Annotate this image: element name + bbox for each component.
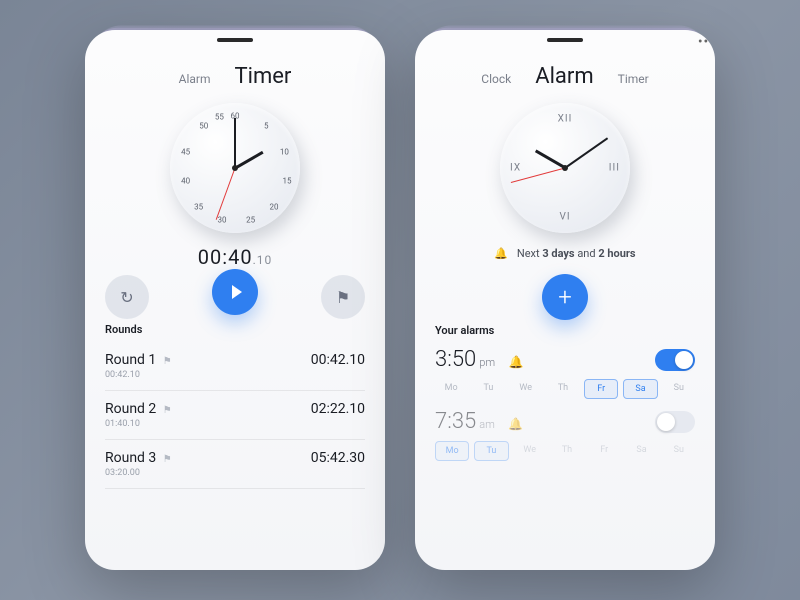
- reset-icon: ↻: [120, 288, 133, 307]
- day-su[interactable]: Su: [663, 379, 695, 399]
- dial-15: 15: [283, 177, 292, 186]
- dial-25: 25: [246, 216, 255, 225]
- alarm-screen: ••• Clock Alarm Timer XII III VI IX 🔔 Ne…: [415, 30, 715, 570]
- flag-icon: ⚑: [160, 356, 171, 367]
- timer-readout: 00:40.10: [105, 245, 365, 269]
- roman-6: VI: [559, 212, 570, 223]
- day-fr[interactable]: Fr: [584, 379, 618, 399]
- day-mo[interactable]: Mo: [435, 379, 467, 399]
- timer-dial: 60 5 10 15 20 25 30 35 40 45 50 55: [170, 103, 300, 233]
- notch: [217, 38, 253, 42]
- day-tu[interactable]: Tu: [472, 379, 504, 399]
- alarm-item[interactable]: 3:50pm 🔔 Mo Tu We Th Fr Sa Su: [435, 347, 695, 399]
- tab-timer[interactable]: Timer: [618, 72, 649, 86]
- reset-button[interactable]: ↻: [105, 275, 149, 319]
- alarms-heading: Your alarms: [435, 324, 695, 337]
- timer-screen: Alarm Timer 60 5 10 15 20 25 30 35 40 45…: [85, 30, 385, 570]
- dial-40: 40: [181, 177, 190, 186]
- round-row[interactable]: Round 2 ⚑ 01:40.10 02:22.10: [105, 391, 365, 440]
- tab-alarm[interactable]: Alarm: [179, 72, 211, 86]
- alarm-toggle[interactable]: [655, 411, 695, 433]
- day-we[interactable]: We: [514, 441, 546, 461]
- day-fr[interactable]: Fr: [588, 441, 620, 461]
- minute-hand: [564, 137, 608, 168]
- dial-35: 35: [194, 203, 203, 212]
- day-tu[interactable]: Tu: [474, 441, 508, 461]
- play-icon: [232, 285, 242, 299]
- center-pin: [562, 165, 568, 171]
- bell-icon: 🔔: [508, 355, 523, 369]
- day-su[interactable]: Su: [663, 441, 695, 461]
- add-alarm-button[interactable]: +: [542, 274, 588, 320]
- day-th[interactable]: Th: [547, 379, 579, 399]
- flag-icon: ⚑: [160, 405, 171, 416]
- dial-55: 55: [215, 113, 224, 122]
- dial-5: 5: [264, 122, 269, 131]
- tab-clock[interactable]: Clock: [481, 72, 511, 86]
- dial-10: 10: [280, 148, 289, 157]
- flag-icon: ⚑: [160, 454, 171, 465]
- play-button[interactable]: [212, 269, 258, 315]
- minute-hand: [234, 118, 236, 168]
- day-we[interactable]: We: [510, 379, 542, 399]
- day-picker: Mo Tu We Th Fr Sa Su: [435, 379, 695, 399]
- rounds-heading: Rounds: [105, 323, 365, 336]
- next-alarm-text: 🔔 Next 3 days and 2 hours: [435, 247, 695, 260]
- tab-alarm[interactable]: Alarm: [535, 64, 593, 89]
- hour-hand: [234, 151, 263, 169]
- dial-30: 30: [218, 216, 227, 225]
- analog-clock: XII III VI IX: [500, 103, 630, 233]
- rounds-list: Round 1 ⚑ 00:42.10 00:42.10 Round 2 ⚑ 01…: [105, 342, 365, 554]
- day-picker: Mo Tu We Th Fr Sa Su: [435, 441, 695, 461]
- bell-icon: 🔔: [508, 417, 523, 431]
- bell-icon: 🔔: [494, 247, 508, 260]
- plus-icon: +: [558, 283, 572, 311]
- dial-50: 50: [199, 122, 208, 131]
- second-hand: [216, 168, 236, 220]
- day-sa[interactable]: Sa: [623, 379, 657, 399]
- day-th[interactable]: Th: [551, 441, 583, 461]
- lap-icon: ⚑: [336, 288, 350, 307]
- hour-hand: [535, 150, 566, 169]
- alarm-time: 7:35am 🔔: [435, 409, 523, 434]
- alarm-time: 3:50pm 🔔: [435, 347, 523, 372]
- day-mo[interactable]: Mo: [435, 441, 469, 461]
- center-pin: [232, 165, 238, 171]
- roman-3: III: [609, 163, 620, 174]
- roman-9: IX: [510, 163, 521, 174]
- alarm-toggle[interactable]: [655, 349, 695, 371]
- tab-timer[interactable]: Timer: [234, 64, 291, 89]
- dial-45: 45: [181, 148, 190, 157]
- roman-12: XII: [558, 113, 573, 124]
- round-row[interactable]: Round 1 ⚑ 00:42.10 00:42.10: [105, 342, 365, 391]
- round-row[interactable]: Round 3 ⚑ 03:20.00 05:42.30: [105, 440, 365, 489]
- alarm-item[interactable]: 7:35am 🔔 Mo Tu We Th Fr Sa Su: [435, 409, 695, 461]
- day-sa[interactable]: Sa: [625, 441, 657, 461]
- dial-20: 20: [270, 203, 279, 212]
- lap-button[interactable]: ⚑: [321, 275, 365, 319]
- more-icon[interactable]: •••: [698, 34, 715, 50]
- notch: [547, 38, 583, 42]
